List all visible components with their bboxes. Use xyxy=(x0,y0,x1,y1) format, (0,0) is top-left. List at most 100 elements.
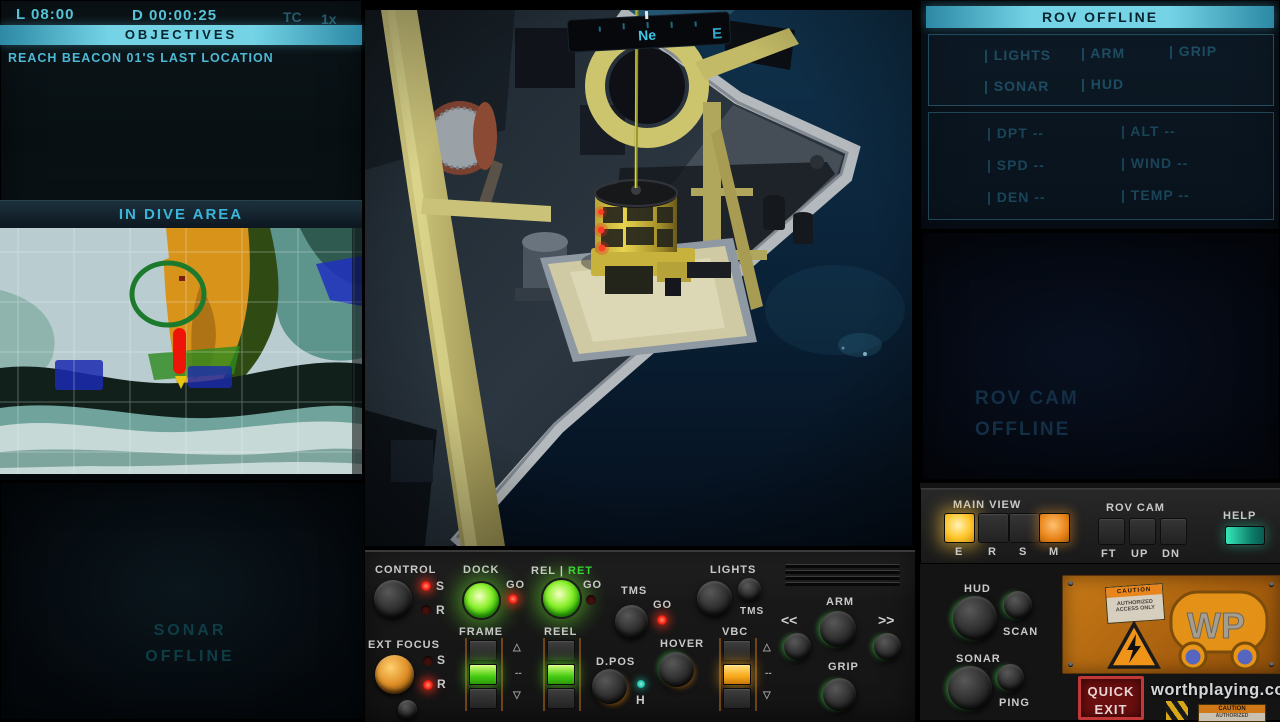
main-view-button-m[interactable] xyxy=(1039,513,1070,543)
quick-exit-button[interactable]: QUICK EXIT xyxy=(1078,676,1144,720)
frame-up-button[interactable] xyxy=(469,640,497,661)
reel-mid-button[interactable] xyxy=(547,664,575,685)
help-button[interactable] xyxy=(1225,526,1265,545)
rov-sys-sonar: | SONAR xyxy=(984,78,1049,94)
rov-cam-button-up[interactable] xyxy=(1129,518,1156,545)
dock-label: DOCK xyxy=(463,564,499,576)
rov-telemetry-box: | DPT -- | SPD -- | DEN -- | ALT -- | WI… xyxy=(928,112,1274,220)
map-blue-patch-2 xyxy=(188,366,232,388)
telemetry-den: | DEN -- xyxy=(987,189,1046,205)
tms-go-label: GO xyxy=(653,599,672,611)
frame-label: FRAME xyxy=(459,626,503,638)
dock-button[interactable] xyxy=(462,581,501,620)
sonar-offline-line2: OFFLINE xyxy=(90,644,290,670)
rel-ret-button[interactable] xyxy=(541,578,582,619)
vbc-down-button[interactable] xyxy=(723,688,751,709)
reel-label: REEL xyxy=(544,626,577,638)
control-label: CONTROL xyxy=(375,564,436,576)
compass-east: E xyxy=(712,25,723,43)
tms-label: TMS xyxy=(621,585,647,597)
vbc-up-button[interactable] xyxy=(723,640,751,661)
rov-sys-hud: | HUD xyxy=(1081,76,1124,92)
main-view-button-e[interactable] xyxy=(944,513,975,543)
rov-sys-lights: | LIGHTS xyxy=(984,47,1051,63)
sonar-map-screen xyxy=(0,228,362,480)
arm-right-knob[interactable] xyxy=(874,633,901,660)
hud-knob[interactable] xyxy=(953,596,997,640)
vbc-mid-mark: -- xyxy=(765,668,772,679)
vent-slit xyxy=(785,582,900,586)
dpos-knob[interactable] xyxy=(592,669,627,704)
vbc-down-arrow: ▽ xyxy=(763,690,771,701)
lights-tms-knob[interactable] xyxy=(738,578,761,601)
scan-knob[interactable] xyxy=(1004,591,1032,619)
dpos-h-led xyxy=(637,680,645,688)
rov-cam-button-ft[interactable] xyxy=(1098,518,1125,545)
main-view-button-r[interactable] xyxy=(978,513,1009,543)
ping-knob[interactable] xyxy=(997,664,1024,691)
lights-knob[interactable] xyxy=(697,581,732,616)
view-selector-strip: MAIN VIEW E R S M ROV CAM FT UP DN HELP xyxy=(920,488,1280,564)
ship-simulator-cockpit: { "left_screen": { "local_time": "L 08:0… xyxy=(0,0,1280,720)
reel-down-button[interactable] xyxy=(547,688,575,709)
compass-heading: Ne xyxy=(638,27,657,44)
objectives-header: OBJECTIVES xyxy=(0,25,362,45)
arm-knob[interactable] xyxy=(820,611,856,647)
sonar-knob[interactable] xyxy=(948,666,992,710)
ext-focus-knob[interactable] xyxy=(375,655,414,694)
vbc-up-arrow: △ xyxy=(763,642,771,653)
caution-panel: CAUTION AUTHORIZED ACCESS ONLY WP xyxy=(1062,575,1280,674)
aux-console: MAIN VIEW E R S M ROV CAM FT UP DN HELP … xyxy=(920,483,1280,720)
tc-label: TC xyxy=(283,9,302,25)
hover-label: HOVER xyxy=(660,638,704,650)
frame-mid-mark: -- xyxy=(515,668,522,679)
main-view-key-e: E xyxy=(955,546,963,558)
rov-cam-offline-line1: ROV CAM xyxy=(975,383,1079,414)
main-view-button-s[interactable] xyxy=(1009,513,1040,543)
rel-go-led xyxy=(586,595,596,605)
high-voltage-icon xyxy=(1107,621,1161,671)
control-knob[interactable] xyxy=(374,580,412,618)
main-view-label: MAIN VIEW xyxy=(953,499,1021,511)
dpos-h-label: H xyxy=(636,693,646,707)
rel-label: REL | xyxy=(531,565,564,577)
tms-knob[interactable] xyxy=(615,605,648,638)
reel-up-button[interactable] xyxy=(547,640,575,661)
arm-label: ARM xyxy=(826,596,854,608)
rov-offline-header: ROV OFFLINE xyxy=(926,6,1274,28)
map-blue-patch-1 xyxy=(55,360,103,390)
rov-cam-screen: ROV CAM OFFLINE xyxy=(922,232,1280,480)
rov-cam-key-dn: DN xyxy=(1162,548,1180,560)
ext-focus-s-led xyxy=(423,656,433,666)
frame-mid-button[interactable] xyxy=(469,664,497,685)
rov-systems-box: | LIGHTS | ARM | GRIP | SONAR | HUD xyxy=(928,34,1274,106)
arm-left-knob[interactable] xyxy=(784,633,811,660)
ret-label: RET xyxy=(568,565,593,577)
rov-sys-grip: | GRIP xyxy=(1169,43,1217,59)
ext-focus-sub-knob[interactable] xyxy=(398,700,417,719)
bathymetry-map xyxy=(0,228,362,480)
lights-label: LIGHTS xyxy=(710,564,756,576)
vbc-mid-button[interactable] xyxy=(723,664,751,685)
main-view-key-m: M xyxy=(1049,546,1059,558)
sonar-label: SONAR xyxy=(956,653,1001,665)
control-s-label: S xyxy=(436,579,445,593)
dock-go-label: GO xyxy=(506,579,525,591)
sonar-offline-line1: SONAR xyxy=(90,618,290,644)
ship-scene: Ne E xyxy=(365,10,912,546)
rov-cam-button-dn[interactable] xyxy=(1160,518,1187,545)
grip-knob[interactable] xyxy=(823,678,856,711)
caution-sticker-header: CAUTION xyxy=(1106,584,1163,598)
player-marker xyxy=(173,328,186,374)
scan-label: SCAN xyxy=(1003,626,1038,638)
tms-go-led xyxy=(657,615,667,625)
hud-label: HUD xyxy=(964,583,991,595)
frame-down-button[interactable] xyxy=(469,688,497,709)
rel-ret-label: REL | RET xyxy=(531,565,593,577)
frame-down-arrow: ▽ xyxy=(513,690,521,701)
watermark: worthplaying.com xyxy=(1151,681,1280,700)
vent-slit xyxy=(785,564,900,568)
main-console: CONTROL S R DOCK GO REL | RET GO TMS GO … xyxy=(365,550,915,722)
hazard-stripes xyxy=(1166,701,1188,720)
hover-knob[interactable] xyxy=(659,652,694,687)
